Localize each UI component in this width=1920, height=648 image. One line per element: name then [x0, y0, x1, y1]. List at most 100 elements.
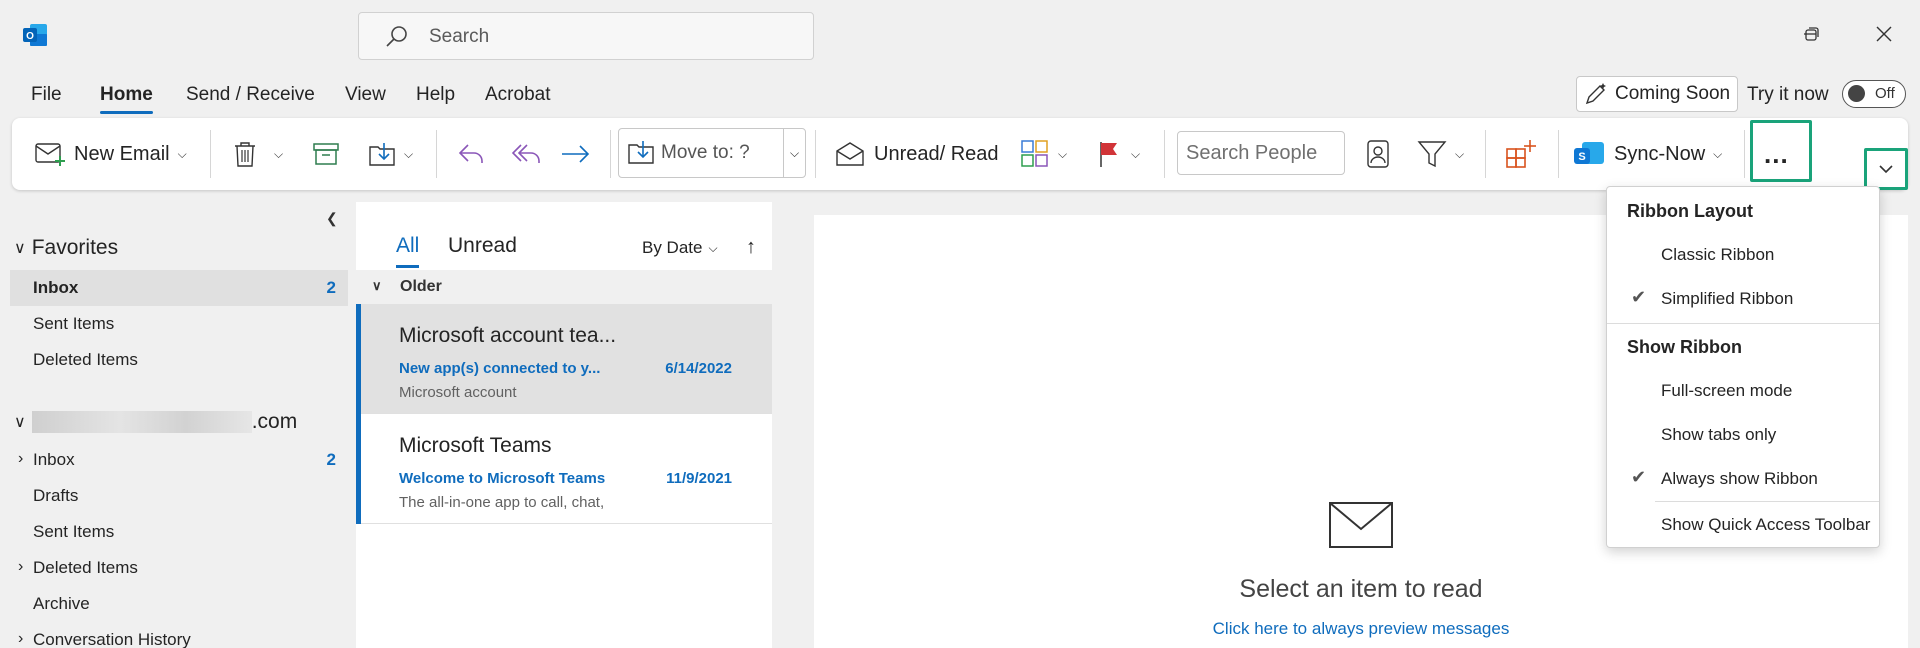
favorites-header[interactable]: ∨ Favorites: [14, 236, 118, 260]
chevron-down-icon[interactable]: ⌵: [274, 147, 283, 162]
chevron-right-icon[interactable]: ›: [18, 630, 23, 648]
account-header[interactable]: ∨ .com: [14, 410, 297, 434]
unread-indicator: [356, 304, 361, 414]
unread-count: 2: [326, 278, 336, 297]
restore-window-button[interactable]: [1798, 20, 1826, 48]
menu-view[interactable]: View: [345, 84, 386, 106]
address-book-button[interactable]: [1366, 134, 1390, 174]
forward-button[interactable]: [560, 134, 592, 174]
restore-icon: [1805, 27, 1819, 41]
outlook-logo-icon: O: [22, 22, 48, 48]
archive-button[interactable]: [312, 134, 340, 174]
chevron-down-icon: ∨: [14, 240, 26, 257]
folder-label: Inbox: [33, 450, 75, 469]
ribbon-divider: [1744, 130, 1745, 178]
categorize-button[interactable]: ⌵: [1020, 134, 1067, 174]
folder-label: Deleted Items: [33, 558, 138, 577]
message-date: 11/9/2021: [666, 470, 732, 487]
flag-button[interactable]: ⌵: [1097, 134, 1140, 174]
menu-help[interactable]: Help: [416, 84, 455, 106]
reply-all-button[interactable]: [509, 134, 543, 174]
menu-item-classic-ribbon[interactable]: Classic Ribbon: [1661, 245, 1774, 265]
message-item[interactable]: Microsoft Teams Welcome to Microsoft Tea…: [356, 414, 772, 524]
coming-soon-button[interactable]: Coming Soon: [1576, 76, 1738, 112]
chevron-down-icon[interactable]: ⌵: [783, 129, 805, 177]
menu-file[interactable]: File: [31, 84, 62, 106]
sparkle-pen-icon: [1585, 83, 1606, 105]
checkmark-icon: ✔: [1631, 467, 1647, 487]
new-outlook-toggle[interactable]: Off: [1842, 80, 1906, 108]
toggle-state-label: Off: [1875, 85, 1895, 102]
preview-messages-link[interactable]: Click here to always preview messages: [814, 619, 1908, 639]
account-conversation-history[interactable]: › Conversation History: [10, 622, 348, 648]
menu-item-simplified-ribbon[interactable]: Simplified Ribbon: [1661, 289, 1793, 309]
reply-button[interactable]: [456, 134, 486, 174]
tab-all[interactable]: All: [396, 234, 420, 268]
ribbon-options-button[interactable]: [1864, 148, 1908, 190]
unread-count: 2: [326, 450, 336, 469]
message-date: 6/14/2022: [665, 360, 732, 377]
folder-label: Archive: [33, 594, 90, 613]
message-item[interactable]: Microsoft account tea... New app(s) conn…: [356, 304, 772, 414]
favorite-inbox[interactable]: Inbox 2: [10, 270, 348, 306]
chevron-right-icon[interactable]: ›: [18, 558, 23, 576]
menu-send-receive[interactable]: Send / Receive: [186, 84, 315, 106]
tab-unread[interactable]: Unread: [448, 234, 517, 258]
sync-now-button[interactable]: S Sync-Now ⌵: [1572, 134, 1722, 174]
folder-label: Deleted Items: [33, 350, 138, 369]
show-ribbon-header: Show Ribbon: [1627, 337, 1742, 357]
account-drafts[interactable]: Drafts: [10, 478, 348, 514]
toggle-knob: [1848, 85, 1865, 102]
search-placeholder: Search: [429, 26, 490, 47]
ribbon-divider: [210, 130, 211, 178]
menu-home[interactable]: Home: [100, 84, 153, 114]
chevron-down-icon[interactable]: ⌵: [1058, 147, 1067, 162]
collapse-pane-icon[interactable]: ❮: [326, 210, 338, 227]
unread-indicator: [356, 414, 361, 524]
menu-item-always-show-ribbon[interactable]: Always show Ribbon: [1661, 469, 1818, 489]
chevron-down-icon[interactable]: ⌵: [1713, 147, 1722, 162]
sort-label: By Date: [642, 238, 703, 257]
chevron-down-icon: ∨: [14, 414, 26, 431]
search-input[interactable]: Search: [358, 12, 814, 60]
account-inbox[interactable]: › Inbox 2: [10, 442, 348, 478]
chevron-down-icon: [1879, 165, 1893, 174]
move-to-dropdown[interactable]: Move to: ? ⌵: [618, 128, 806, 178]
chevron-right-icon[interactable]: ›: [18, 450, 23, 468]
chevron-down-icon[interactable]: ⌵: [178, 147, 187, 162]
svg-text:S: S: [1578, 151, 1585, 163]
menu-acrobat[interactable]: Acrobat: [485, 84, 550, 106]
chevron-down-icon[interactable]: ⌵: [1131, 147, 1140, 162]
menu-item-full-screen-mode[interactable]: Full-screen mode: [1661, 381, 1792, 401]
message-sender: Microsoft Teams: [399, 434, 552, 457]
favorite-deleted-items[interactable]: Deleted Items: [10, 342, 348, 378]
close-button[interactable]: [1870, 20, 1898, 48]
sort-by-date-dropdown[interactable]: By Date ⌵: [642, 238, 718, 258]
folder-label: Drafts: [33, 486, 79, 505]
ribbon-divider: [436, 130, 437, 178]
add-ins-button[interactable]: [1504, 134, 1536, 174]
group-header[interactable]: ∨ Older: [356, 270, 772, 304]
flag-icon: [1100, 142, 1117, 167]
account-deleted-items[interactable]: › Deleted Items: [10, 550, 348, 586]
account-sent-items[interactable]: Sent Items: [10, 514, 348, 550]
message-subject: Welcome to Microsoft Teams: [399, 470, 606, 487]
folder-label: Conversation History: [33, 630, 191, 648]
search-people-input[interactable]: Search People: [1177, 131, 1345, 175]
menu-item-show-tabs-only[interactable]: Show tabs only: [1661, 425, 1776, 445]
new-email-button[interactable]: New Email ⌵: [34, 134, 187, 174]
move-to-label: Move to: ?: [661, 142, 750, 163]
chevron-down-icon[interactable]: ⌵: [1455, 147, 1464, 162]
favorite-sent-items[interactable]: Sent Items: [10, 306, 348, 342]
account-archive[interactable]: Archive: [10, 586, 348, 622]
folder-label: Sent Items: [33, 522, 115, 541]
menu-item-show-quick-access-toolbar[interactable]: Show Quick Access Toolbar: [1661, 515, 1870, 535]
message-preview: Microsoft account: [399, 384, 517, 401]
new-email-label: New Email: [74, 142, 170, 165]
sort-direction-icon[interactable]: ↑: [746, 236, 756, 259]
unread-read-button[interactable]: Unread/ Read: [834, 134, 999, 174]
filter-button[interactable]: ⌵: [1417, 134, 1464, 174]
chevron-down-icon[interactable]: ⌵: [404, 147, 413, 162]
move-folder-button[interactable]: ⌵: [368, 134, 413, 174]
delete-button[interactable]: ⌵: [232, 134, 283, 174]
